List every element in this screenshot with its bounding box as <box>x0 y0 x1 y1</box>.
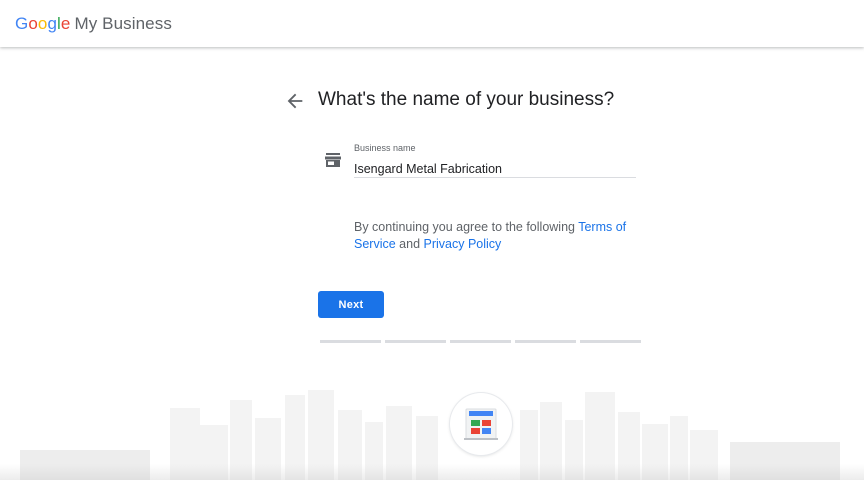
storefront-icon <box>325 153 341 167</box>
business-name-input[interactable] <box>354 160 636 177</box>
terms-prefix: By continuing you agree to the following <box>354 220 579 234</box>
progress-step <box>385 340 446 343</box>
business-name-label: Business name <box>354 143 416 153</box>
progress-step <box>320 340 381 343</box>
progress-step <box>450 340 511 343</box>
google-wordmark: Google <box>15 14 71 33</box>
storefront-badge <box>450 393 512 455</box>
back-button[interactable] <box>284 90 306 112</box>
app-header: Google My Business <box>0 0 864 47</box>
privacy-policy-link[interactable]: Privacy Policy <box>424 237 502 251</box>
google-my-business-logo[interactable]: Google My Business <box>15 14 172 34</box>
product-name: My Business <box>74 14 172 33</box>
field-underline <box>354 177 636 178</box>
arrow-back-icon <box>287 93 303 109</box>
terms-conjunction: and <box>395 236 424 251</box>
progress-step <box>580 340 641 343</box>
footer-shadow <box>0 464 864 480</box>
terms-notice: By continuing you agree to the following… <box>354 219 634 252</box>
next-button[interactable]: Next <box>318 291 384 318</box>
page-title: What's the name of your business? <box>318 89 615 110</box>
storefront-sign-icon <box>464 408 498 440</box>
step-progress <box>320 340 641 344</box>
business-name-field[interactable]: Business name <box>354 140 636 178</box>
progress-step <box>515 340 576 343</box>
